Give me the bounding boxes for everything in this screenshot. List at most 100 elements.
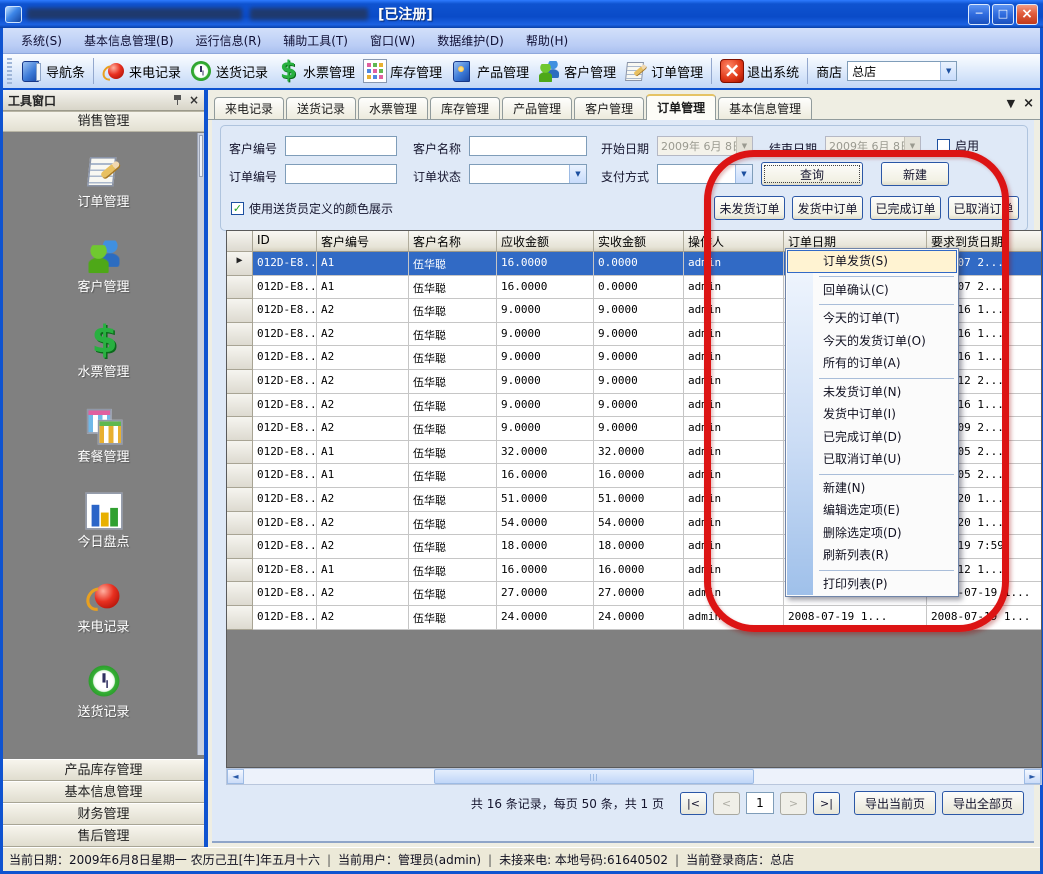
close-button[interactable]: × [1016, 4, 1038, 25]
toolbar-button-order[interactable]: 订单管理 [620, 57, 707, 85]
end-date-picker[interactable]: 2009年 6月 8日 ▼ [825, 136, 921, 156]
order-status-select[interactable]: ▼ [469, 164, 587, 184]
sidebar-group-sales[interactable]: 销售管理 [3, 111, 204, 132]
toolbar-button-delivery-record[interactable]: 送货记录 [185, 57, 272, 85]
context-menu-item-edit-selected[interactable]: 编辑选定项(E) [787, 499, 957, 522]
toolbar-button-exit[interactable]: 退出系统 [716, 57, 803, 85]
checkbox-checked-icon[interactable]: ✓ [231, 202, 244, 215]
context-menu-item-delivering-orders[interactable]: 发货中订单(I) [787, 403, 957, 426]
sidebar-item-today-stock[interactable]: 今日盘点 [44, 482, 164, 567]
menu-item-basic-info[interactable]: 基本信息管理(B) [74, 29, 184, 52]
context-menu-item-today-delivery-orders[interactable]: 今天的发货订单(O) [787, 330, 957, 353]
sidebar-item-water-ticket[interactable]: 水票管理 [44, 312, 164, 397]
tab-call-record[interactable]: 来电记录 [214, 97, 284, 119]
sidebar-group-product-inventory[interactable]: 产品库存管理 [3, 759, 204, 781]
export-current-page-button[interactable]: 导出当前页 [854, 791, 936, 815]
chevron-down-icon[interactable]: ▼ [569, 165, 586, 183]
table-header-cell[interactable]: ID [253, 231, 317, 252]
tab-basic-info[interactable]: 基本信息管理 [718, 97, 812, 119]
sidebar-group-basic-info[interactable]: 基本信息管理 [3, 781, 204, 803]
table-header-cell[interactable]: 应收金额 [497, 231, 594, 252]
toolbar-button-product[interactable]: 产品管理 [446, 57, 533, 85]
chevron-down-icon[interactable]: ▼ [735, 165, 752, 183]
table-header-cell[interactable]: 客户名称 [409, 231, 497, 252]
new-button[interactable]: 新建 [881, 162, 949, 186]
tab-product[interactable]: 产品管理 [502, 97, 572, 119]
maximize-button[interactable]: □ [992, 4, 1014, 25]
tab-customer[interactable]: 客户管理 [574, 97, 644, 119]
last-page-button[interactable]: >| [813, 792, 840, 815]
toolbar-button-inventory[interactable]: 库存管理 [359, 57, 446, 85]
toolbar-button-navigator[interactable]: 导航条 [15, 57, 89, 85]
first-page-button[interactable]: |< [680, 792, 707, 815]
page-number-input[interactable] [746, 792, 774, 814]
order-no-input[interactable] [285, 164, 397, 184]
sidebar-close-icon[interactable]: × [189, 94, 199, 106]
pin-icon[interactable] [172, 94, 183, 106]
table-header-cell[interactable]: 操作人 [684, 231, 784, 252]
button-cancelled-orders[interactable]: 已取消订单 [948, 196, 1019, 220]
tab-order[interactable]: 订单管理 [646, 94, 716, 120]
customer-name-input[interactable] [469, 136, 587, 156]
scrollbar-track[interactable] [244, 769, 1024, 784]
chevron-down-icon[interactable]: ▼ [736, 137, 752, 155]
context-menu-item-new[interactable]: 新建(N) [787, 477, 957, 500]
sidebar-group-after-sales[interactable]: 售后管理 [3, 825, 204, 847]
chevron-down-icon[interactable]: ▼ [940, 62, 956, 80]
context-menu-item-delete-selected[interactable]: 删除选定项(D) [787, 522, 957, 545]
menu-item-system[interactable]: 系统(S) [11, 29, 72, 52]
menu-item-run-info[interactable]: 运行信息(R) [186, 29, 272, 52]
context-menu-item-refresh-list[interactable]: 刷新列表(R) [787, 544, 957, 567]
customer-no-input[interactable] [285, 136, 397, 156]
pay-method-select[interactable]: ▼ [657, 164, 753, 184]
prev-page-button[interactable]: < [713, 792, 740, 815]
sidebar-scrollbar[interactable] [197, 133, 204, 755]
export-all-pages-button[interactable]: 导出全部页 [942, 791, 1024, 815]
next-page-button[interactable]: > [780, 792, 807, 815]
scrollbar-thumb[interactable] [434, 769, 754, 784]
menu-item-window[interactable]: 窗口(W) [360, 29, 425, 52]
table-row[interactable]: 012D-E8...A2伍华聪24.000024.0000admin2008-0… [227, 606, 1041, 630]
sidebar-item-delivery-record[interactable]: 送货记录 [44, 652, 164, 737]
toolbar-button-call-record[interactable]: 来电记录 [98, 57, 185, 85]
context-menu-item-all-orders[interactable]: 所有的订单(A) [787, 352, 957, 375]
button-delivering-orders[interactable]: 发货中订单 [792, 196, 863, 220]
context-menu-item-undelivered-orders[interactable]: 未发货订单(N) [787, 381, 957, 404]
sidebar-item-call-record[interactable]: 来电记录 [44, 567, 164, 652]
color-display-checkbox[interactable]: ✓ 使用送货员定义的颜色展示 [231, 200, 393, 217]
enable-checkbox[interactable]: 启用 [937, 137, 979, 154]
shop-select[interactable]: 总店 ▼ [847, 61, 957, 81]
toolbar-button-water-ticket[interactable]: 水票管理 [272, 57, 359, 85]
toolbar-grip[interactable] [7, 58, 12, 84]
context-menu-item-today-orders[interactable]: 今天的订单(T) [787, 307, 957, 330]
context-menu-item-ship-order[interactable]: 订单发货(S) [787, 250, 957, 273]
query-button[interactable]: 查询 [761, 162, 863, 186]
scroll-right-icon[interactable]: ► [1024, 769, 1041, 784]
context-menu-item-completed-orders[interactable]: 已完成订单(D) [787, 426, 957, 449]
context-menu-item-cancelled-orders[interactable]: 已取消订单(U) [787, 448, 957, 471]
chevron-down-icon[interactable]: ▼ [904, 137, 920, 155]
tab-close-icon[interactable]: × [1023, 98, 1034, 110]
tab-water-ticket[interactable]: 水票管理 [358, 97, 428, 119]
context-menu-item-print-list[interactable]: 打印列表(P) [787, 573, 957, 596]
button-undelivered-orders[interactable]: 未发货订单 [714, 196, 785, 220]
start-date-picker[interactable]: 2009年 6月 8日 ▼ [657, 136, 753, 156]
sidebar-item-package[interactable]: 套餐管理 [44, 397, 164, 482]
menu-item-data-maintenance[interactable]: 数据维护(D) [427, 29, 514, 52]
tab-list-dropdown-icon[interactable]: ▼ [1007, 98, 1015, 110]
checkbox-icon[interactable] [937, 139, 950, 152]
toolbar-button-customer[interactable]: 客户管理 [533, 57, 620, 85]
button-completed-orders[interactable]: 已完成订单 [870, 196, 941, 220]
table-header-cell[interactable]: 客户编号 [317, 231, 409, 252]
scroll-left-icon[interactable]: ◄ [227, 769, 244, 784]
sidebar-item-customer[interactable]: 客户管理 [44, 227, 164, 312]
table-header-cell[interactable]: 实收金额 [594, 231, 684, 252]
tab-delivery-record[interactable]: 送货记录 [286, 97, 356, 119]
context-menu-item-receipt-confirm[interactable]: 回单确认(C) [787, 279, 957, 302]
sidebar-group-finance[interactable]: 财务管理 [3, 803, 204, 825]
tab-inventory[interactable]: 库存管理 [430, 97, 500, 119]
horizontal-scrollbar[interactable]: ◄ ► [226, 768, 1042, 785]
sidebar-item-order[interactable]: 订单管理 [44, 142, 164, 227]
minimize-button[interactable]: ─ [968, 4, 990, 25]
menu-item-help[interactable]: 帮助(H) [516, 29, 578, 52]
